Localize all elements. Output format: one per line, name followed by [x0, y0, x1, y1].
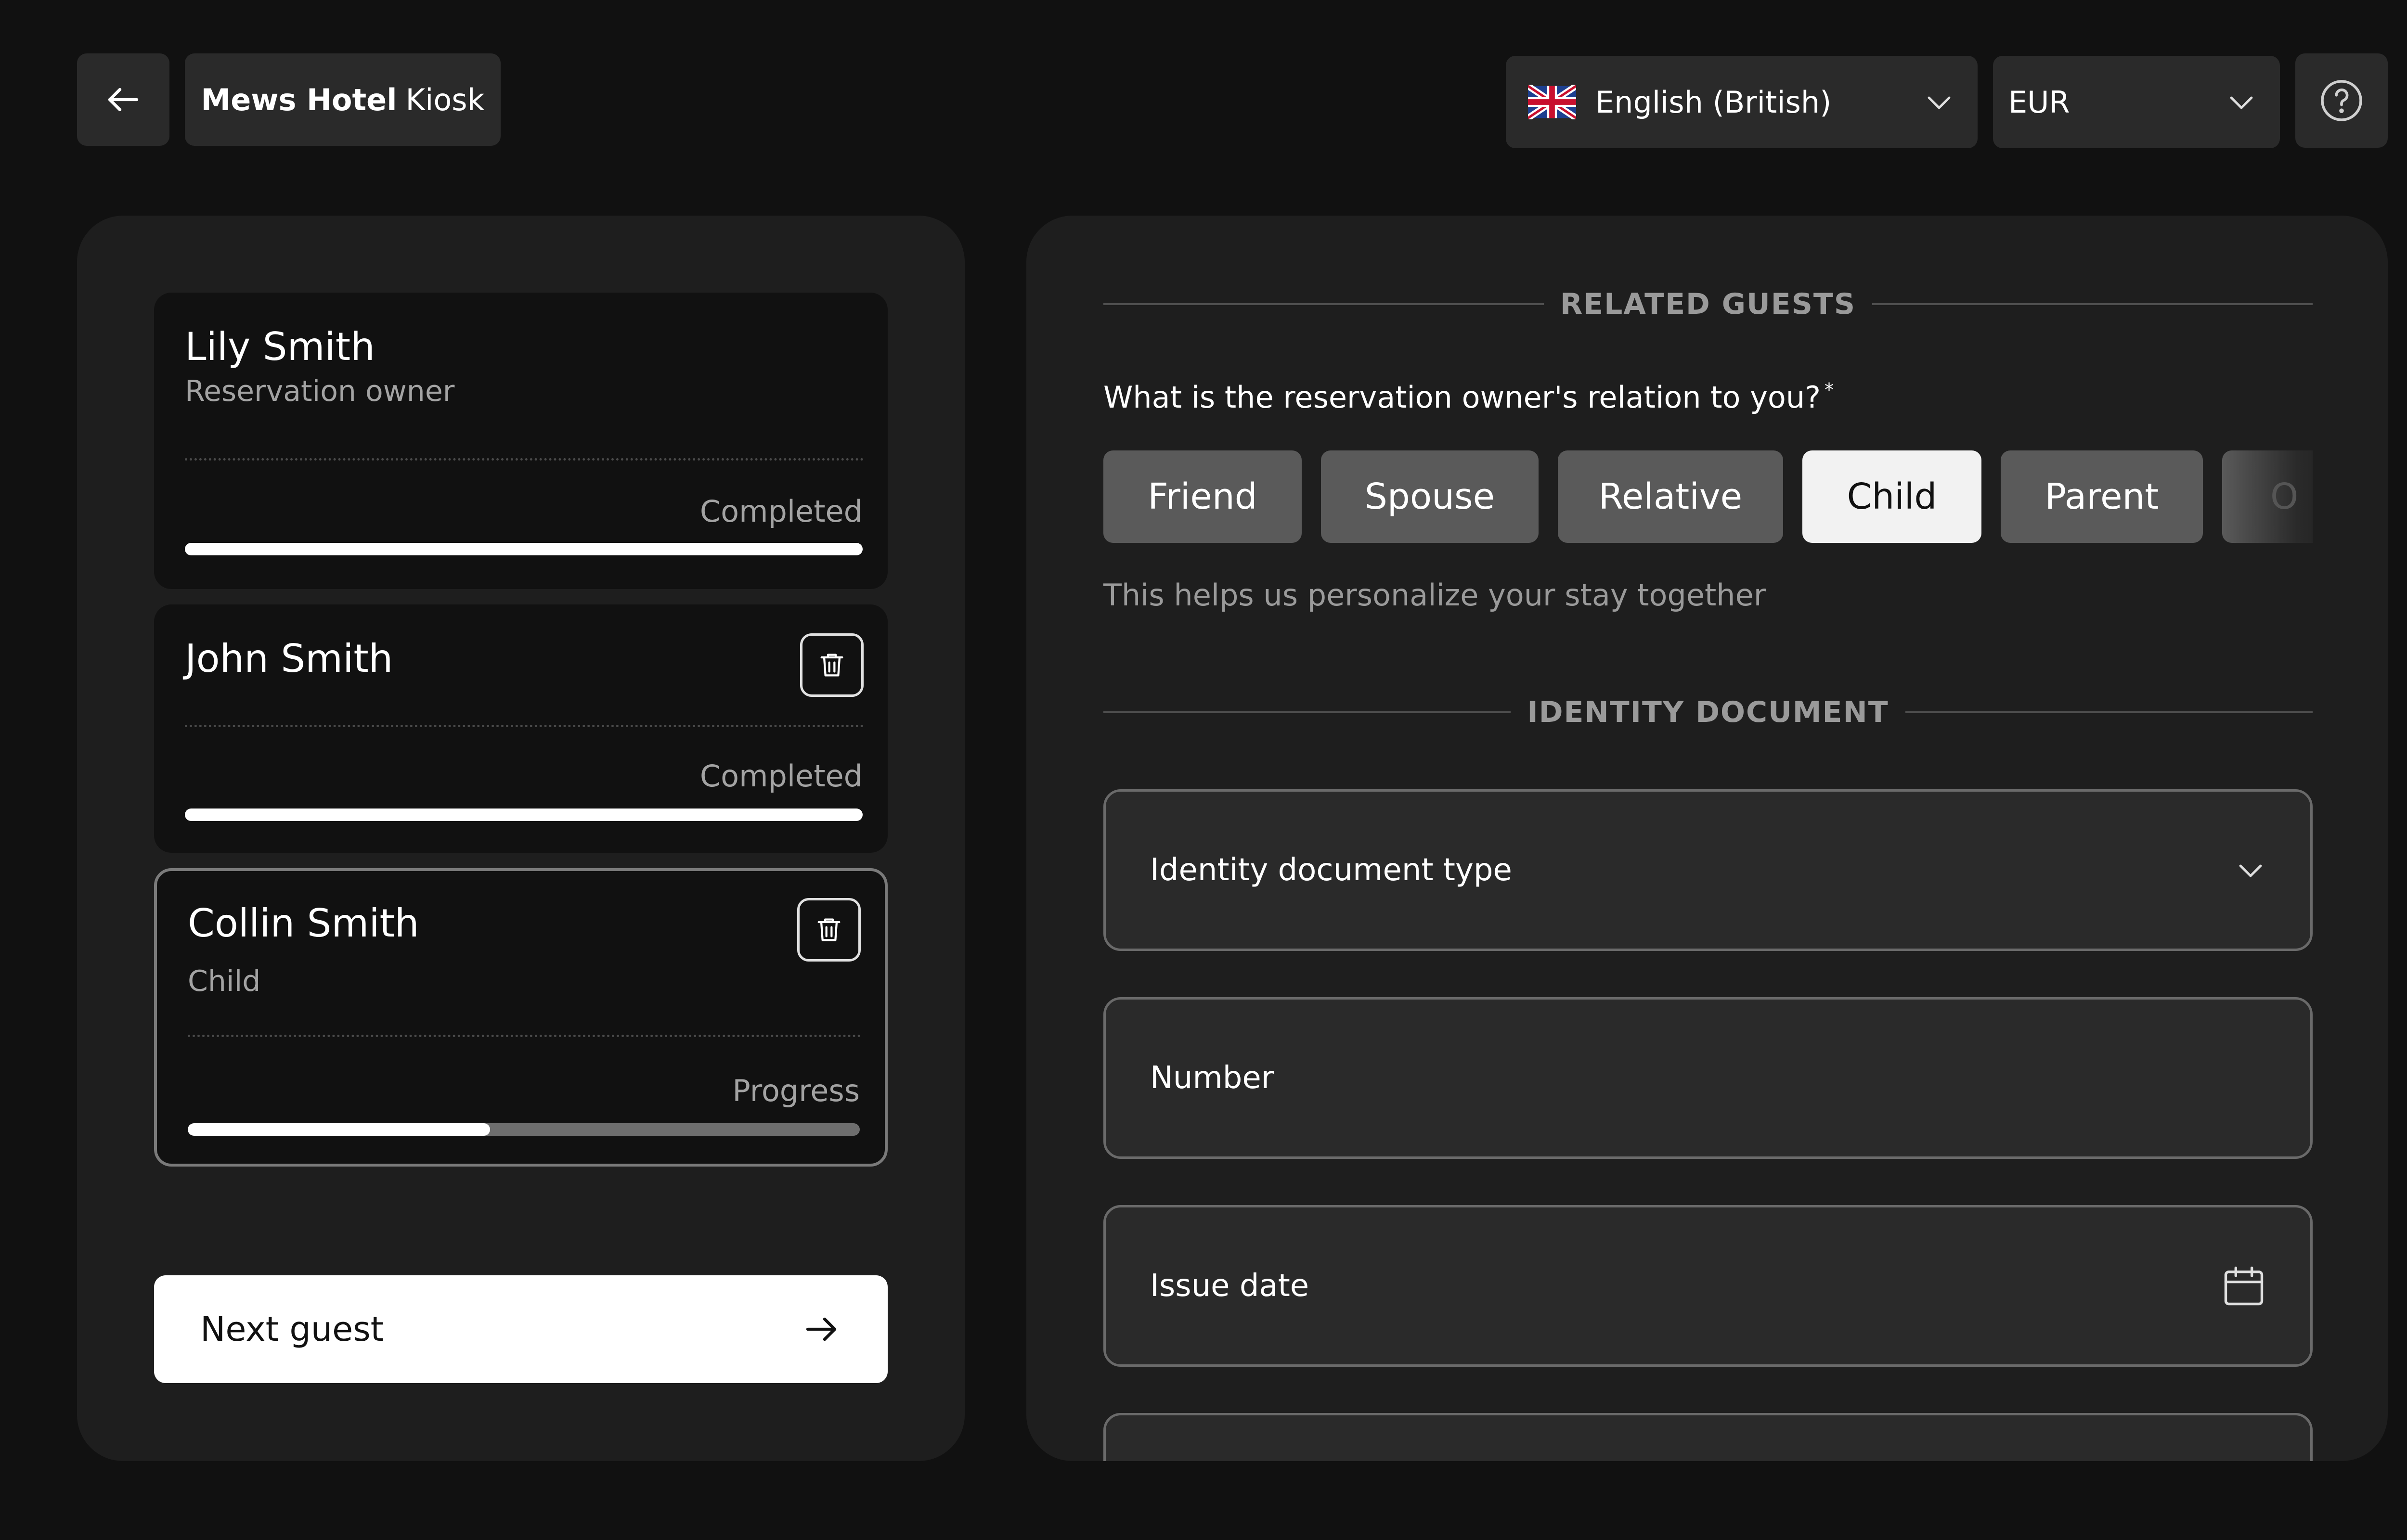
- app-title: Mews Hotel Kiosk: [185, 53, 501, 146]
- field-label: Issue date: [1150, 1268, 1309, 1304]
- divider-line: [1103, 303, 1544, 305]
- guest-name: Lily Smith: [185, 324, 375, 369]
- guest-role: Child: [188, 964, 261, 998]
- currency-select[interactable]: EUR: [1993, 56, 2280, 148]
- guest-status: Progress: [732, 1073, 860, 1108]
- section-title: RELATED GUESTS: [1560, 287, 1856, 321]
- relation-question: What is the reservation owner's relation…: [1103, 379, 1834, 415]
- card-divider: [188, 1035, 861, 1037]
- section-header-identity-document: IDENTITY DOCUMENT: [1103, 693, 2313, 732]
- arrow-left-icon: [108, 88, 139, 112]
- field-label: Number: [1150, 1060, 1274, 1096]
- trash-icon: [817, 918, 841, 941]
- relation-option-other[interactable]: O: [2222, 450, 2313, 543]
- top-bar: Mews Hotel Kiosk English (British) EUR: [0, 0, 2407, 154]
- chevron-down-icon: [2230, 96, 2253, 109]
- guest-details-panel: RELATED GUESTS What is the reservation o…: [1026, 216, 2388, 1461]
- calendar-icon[interactable]: [2220, 1262, 2268, 1310]
- guest-card-lily-smith[interactable]: Lily Smith Reservation owner Completed: [154, 293, 888, 589]
- document-number-input[interactable]: Number: [1103, 997, 2313, 1159]
- app-title-kiosk: Kiosk: [405, 82, 485, 117]
- language-value: English (British): [1595, 84, 1832, 120]
- field-label: Identity document type: [1150, 852, 1512, 888]
- uk-flag-icon: [1528, 85, 1576, 119]
- help-button[interactable]: [2295, 53, 2388, 148]
- next-field-partial[interactable]: [1103, 1413, 2313, 1461]
- delete-guest-button[interactable]: [800, 633, 864, 697]
- relation-question-text: What is the reservation owner's relation…: [1103, 380, 1821, 415]
- help-icon: [2321, 80, 2362, 121]
- guest-name: Collin Smith: [188, 901, 419, 946]
- next-guest-label: Next guest: [200, 1309, 384, 1349]
- chevron-down-icon: [1928, 96, 1951, 109]
- guest-progress-fill: [188, 1123, 491, 1136]
- issue-date-input[interactable]: Issue date: [1103, 1205, 2313, 1367]
- chevron-down-icon: [2239, 864, 2262, 877]
- app-title-hotel: Mews Hotel: [201, 82, 397, 117]
- divider-line: [1905, 711, 2313, 713]
- identity-document-type-select[interactable]: Identity document type: [1103, 789, 2313, 951]
- guest-status: Completed: [699, 494, 863, 529]
- guest-role: Reservation owner: [185, 374, 455, 408]
- guest-progress-bar: [188, 1123, 860, 1136]
- arrow-right-icon: [806, 1317, 837, 1341]
- relation-hint: This helps us personalize your stay toge…: [1103, 578, 1766, 613]
- relation-option-parent[interactable]: Parent: [2001, 450, 2203, 543]
- relation-option-child[interactable]: Child: [1802, 450, 1981, 543]
- currency-value: EUR: [2008, 84, 2070, 120]
- relation-option-spouse[interactable]: Spouse: [1321, 450, 1539, 543]
- divider-line: [1872, 303, 2313, 305]
- required-mark: *: [1825, 379, 1834, 400]
- delete-guest-button[interactable]: [797, 898, 861, 962]
- divider-line: [1103, 711, 1511, 713]
- language-select[interactable]: English (British): [1506, 56, 1978, 148]
- relation-option-friend[interactable]: Friend: [1103, 450, 1302, 543]
- section-title: IDENTITY DOCUMENT: [1527, 695, 1889, 729]
- guest-card-collin-smith[interactable]: Collin Smith Child Progress: [154, 868, 888, 1167]
- next-guest-button[interactable]: Next guest: [154, 1275, 888, 1383]
- guest-name: John Smith: [185, 636, 393, 681]
- guest-card-john-smith[interactable]: John Smith Completed: [154, 604, 888, 853]
- relation-option-relative[interactable]: Relative: [1558, 450, 1783, 543]
- card-divider: [185, 725, 864, 727]
- trash-icon: [820, 654, 843, 677]
- guest-progress-bar: [185, 543, 863, 555]
- guest-progress-bar: [185, 808, 863, 821]
- card-divider: [185, 458, 864, 461]
- guest-progress-fill: [185, 808, 863, 821]
- relation-options: Friend Spouse Relative Child Parent O: [1103, 450, 2313, 545]
- back-button[interactable]: [77, 53, 169, 146]
- guest-status: Completed: [699, 758, 863, 794]
- section-header-related-guests: RELATED GUESTS: [1103, 285, 2313, 323]
- guest-list-panel: Lily Smith Reservation owner Completed J…: [77, 216, 965, 1461]
- guest-progress-fill: [185, 543, 863, 555]
